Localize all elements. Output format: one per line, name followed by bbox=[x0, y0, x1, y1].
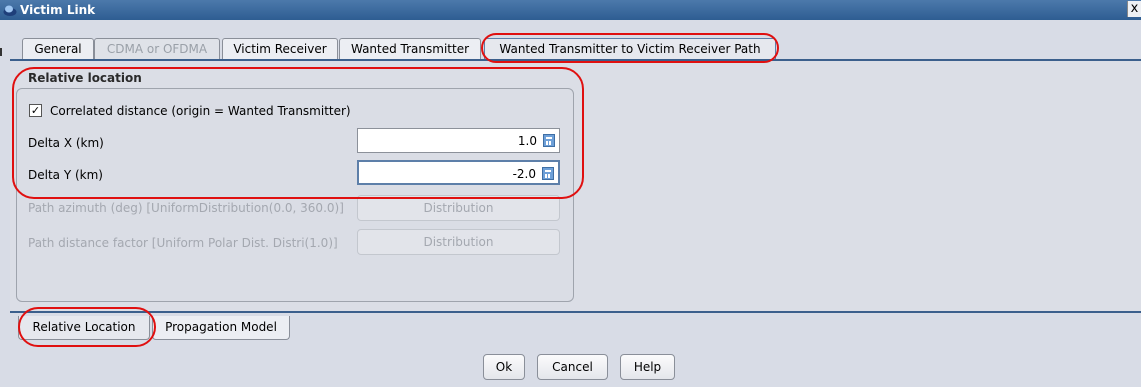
tab-relative-location[interactable]: Relative Location bbox=[18, 316, 150, 340]
tab-propagation-model[interactable]: Propagation Model bbox=[152, 316, 290, 340]
edge-marker bbox=[0, 48, 2, 56]
tab-general[interactable]: General bbox=[22, 38, 94, 60]
path-azimuth-label: Path azimuth (deg) [UniformDistribution(… bbox=[28, 201, 344, 215]
title-bar: Victim Link x bbox=[0, 0, 1141, 20]
correlated-distance-checkbox[interactable]: ✓ bbox=[29, 104, 42, 117]
cancel-button[interactable]: Cancel bbox=[537, 354, 608, 380]
delta-x-value: 1.0 bbox=[517, 134, 537, 148]
tab-victim-receiver[interactable]: Victim Receiver bbox=[222, 38, 338, 60]
app-icon bbox=[3, 5, 17, 16]
calculator-icon[interactable] bbox=[543, 134, 555, 147]
close-button[interactable]: x bbox=[1127, 1, 1141, 17]
delta-y-value: -2.0 bbox=[512, 167, 536, 181]
delta-y-field[interactable]: -2.0 bbox=[357, 160, 560, 185]
path-distance-distribution-button[interactable]: Distribution bbox=[357, 229, 560, 255]
bottom-tab-divider bbox=[10, 311, 1141, 313]
path-distance-label: Path distance factor [Uniform Polar Dist… bbox=[28, 236, 338, 250]
panel-title: Relative location bbox=[28, 71, 142, 85]
correlated-distance-label: Correlated distance (origin = Wanted Tra… bbox=[50, 104, 351, 118]
calculator-icon[interactable] bbox=[542, 167, 554, 180]
path-azimuth-distribution-button[interactable]: Distribution bbox=[357, 195, 560, 221]
delta-x-label: Delta X (km) bbox=[28, 136, 104, 150]
help-button[interactable]: Help bbox=[620, 354, 675, 380]
ok-button[interactable]: Ok bbox=[483, 354, 525, 380]
tab-wt-to-vr-path[interactable]: Wanted Transmitter to Victim Receiver Pa… bbox=[484, 38, 776, 60]
window-title: Victim Link bbox=[20, 3, 96, 17]
victim-link-dialog: Victim Link x General CDMA or OFDMA Vict… bbox=[0, 0, 1141, 387]
delta-y-label: Delta Y (km) bbox=[28, 168, 103, 182]
tab-wanted-transmitter[interactable]: Wanted Transmitter bbox=[339, 38, 481, 60]
delta-x-field[interactable]: 1.0 bbox=[357, 128, 560, 153]
tab-cdma-ofdma[interactable]: CDMA or OFDMA bbox=[94, 38, 220, 60]
